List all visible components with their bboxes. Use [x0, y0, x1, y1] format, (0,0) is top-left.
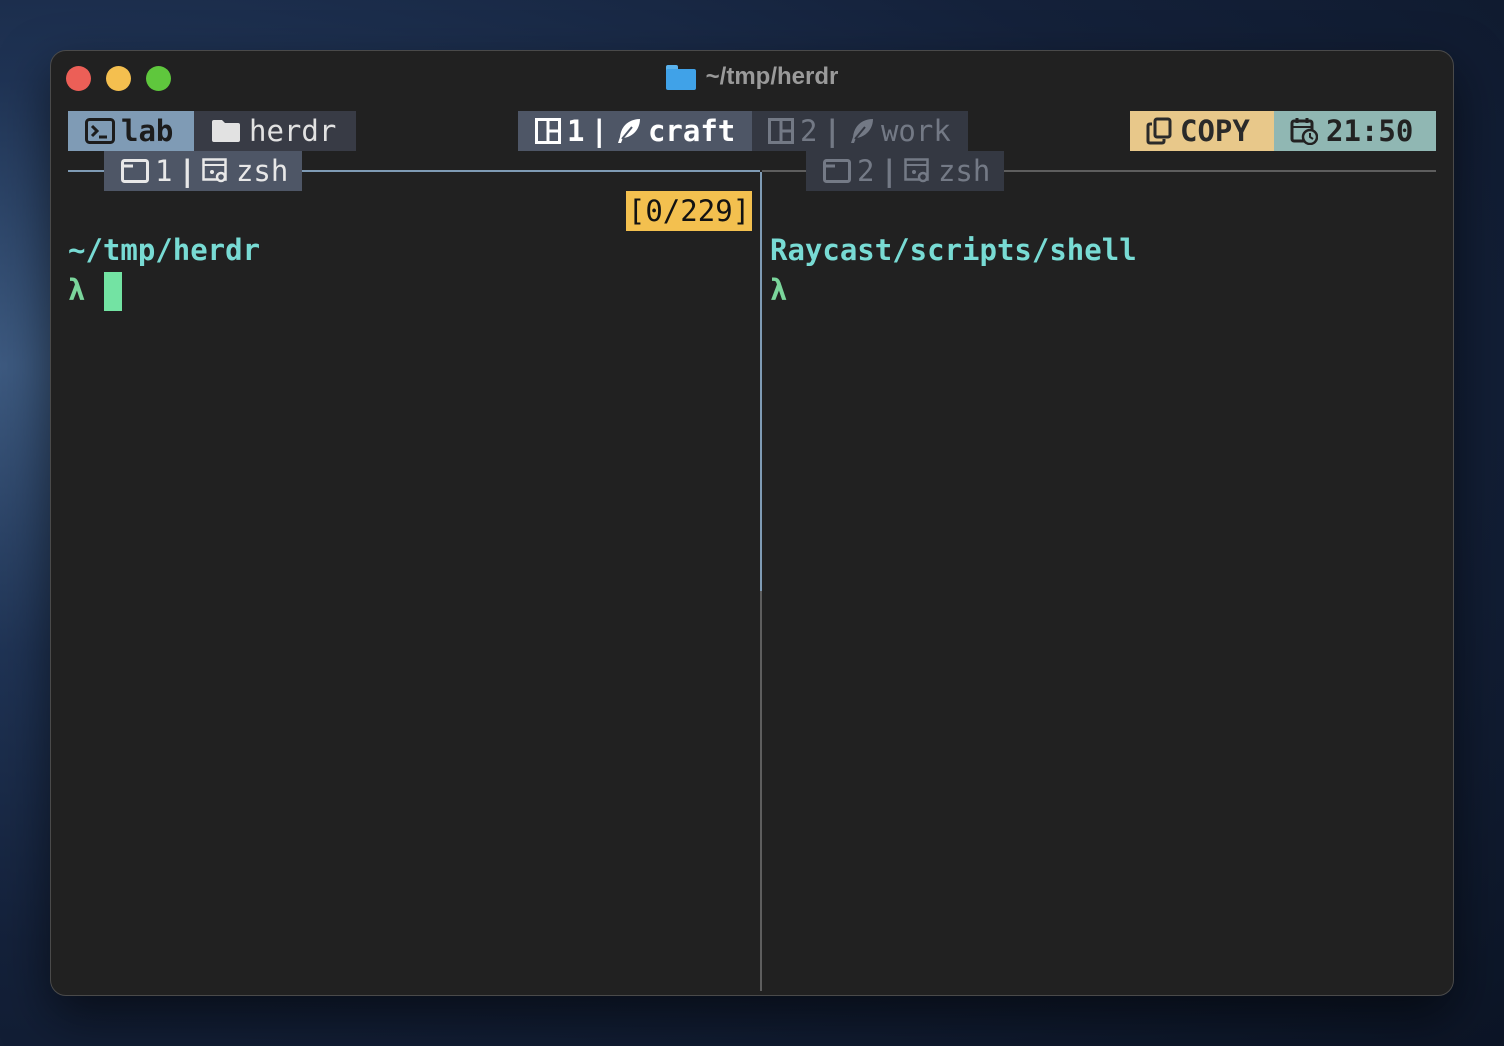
app-settings-icon	[904, 158, 929, 183]
window-icon	[121, 159, 149, 183]
pane-2-prompt: λ	[770, 273, 788, 307]
workspace-index: 1	[567, 114, 585, 148]
workspace-tab-2[interactable]: 2 | work	[752, 111, 968, 151]
workspace-index: 2	[800, 114, 818, 148]
clock-segment: 21:50	[1274, 111, 1436, 151]
pane-tab-1[interactable]: 1 | zsh	[104, 151, 302, 191]
window-title: ~/tmp/herdr	[705, 63, 839, 90]
workspace-name: work	[880, 114, 951, 148]
folder-icon	[212, 120, 240, 142]
layout-icon	[535, 118, 561, 144]
clock-time: 21:50	[1326, 114, 1414, 148]
feather-icon	[850, 119, 873, 143]
title-bar: ~/tmp/herdr	[51, 51, 1453, 107]
workspace-tab-1[interactable]: 1 | craft	[518, 111, 752, 151]
pane-1-border-top	[302, 170, 760, 172]
pane-index: 2	[857, 154, 875, 188]
workspace-separator: |	[823, 114, 841, 148]
pane-divider[interactable]	[760, 591, 762, 991]
pane-1-cwd: ~/tmp/herdr	[68, 233, 261, 267]
session-name: lab	[121, 114, 174, 148]
pane-index: 1	[155, 154, 173, 188]
calendar-clock-icon	[1290, 118, 1318, 145]
window-title-group: ~/tmp/herdr	[51, 63, 1453, 91]
mode-label: COPY	[1180, 114, 1250, 148]
directory-name: herdr	[249, 114, 337, 148]
pane-2-border-top	[762, 170, 806, 172]
copy-mode-indicator: COPY	[1130, 111, 1274, 151]
folder-icon	[665, 64, 696, 90]
pane-separator: |	[880, 154, 898, 188]
pane-label: zsh	[937, 154, 991, 188]
window-icon	[823, 159, 851, 183]
pane-tab-2[interactable]: 2 | zsh	[806, 151, 1004, 191]
terminal-cursor	[104, 272, 122, 311]
pane-2-border-top	[1004, 170, 1436, 172]
pane-label: zsh	[235, 154, 289, 188]
pane-1-prompt: λ	[68, 273, 86, 307]
terminal-icon	[85, 118, 115, 144]
pane-separator: |	[178, 154, 196, 188]
workspace-name: craft	[647, 114, 736, 148]
directory-segment[interactable]: herdr	[194, 111, 356, 151]
copy-icon	[1146, 117, 1172, 145]
pane-2-cwd: Raycast/scripts/shell	[770, 233, 1137, 267]
feather-icon	[617, 119, 640, 143]
app-settings-icon	[202, 158, 227, 183]
pane-1-border-top	[68, 170, 105, 172]
terminal-window: ~/tmp/herdr lab herdr 1 | craft 2 | work…	[50, 50, 1454, 996]
session-segment[interactable]: lab	[68, 111, 194, 151]
workspace-separator: |	[590, 114, 608, 148]
pane-divider-active[interactable]	[760, 172, 762, 591]
layout-icon	[768, 118, 794, 144]
scroll-position-indicator: [0/229]	[626, 191, 752, 231]
